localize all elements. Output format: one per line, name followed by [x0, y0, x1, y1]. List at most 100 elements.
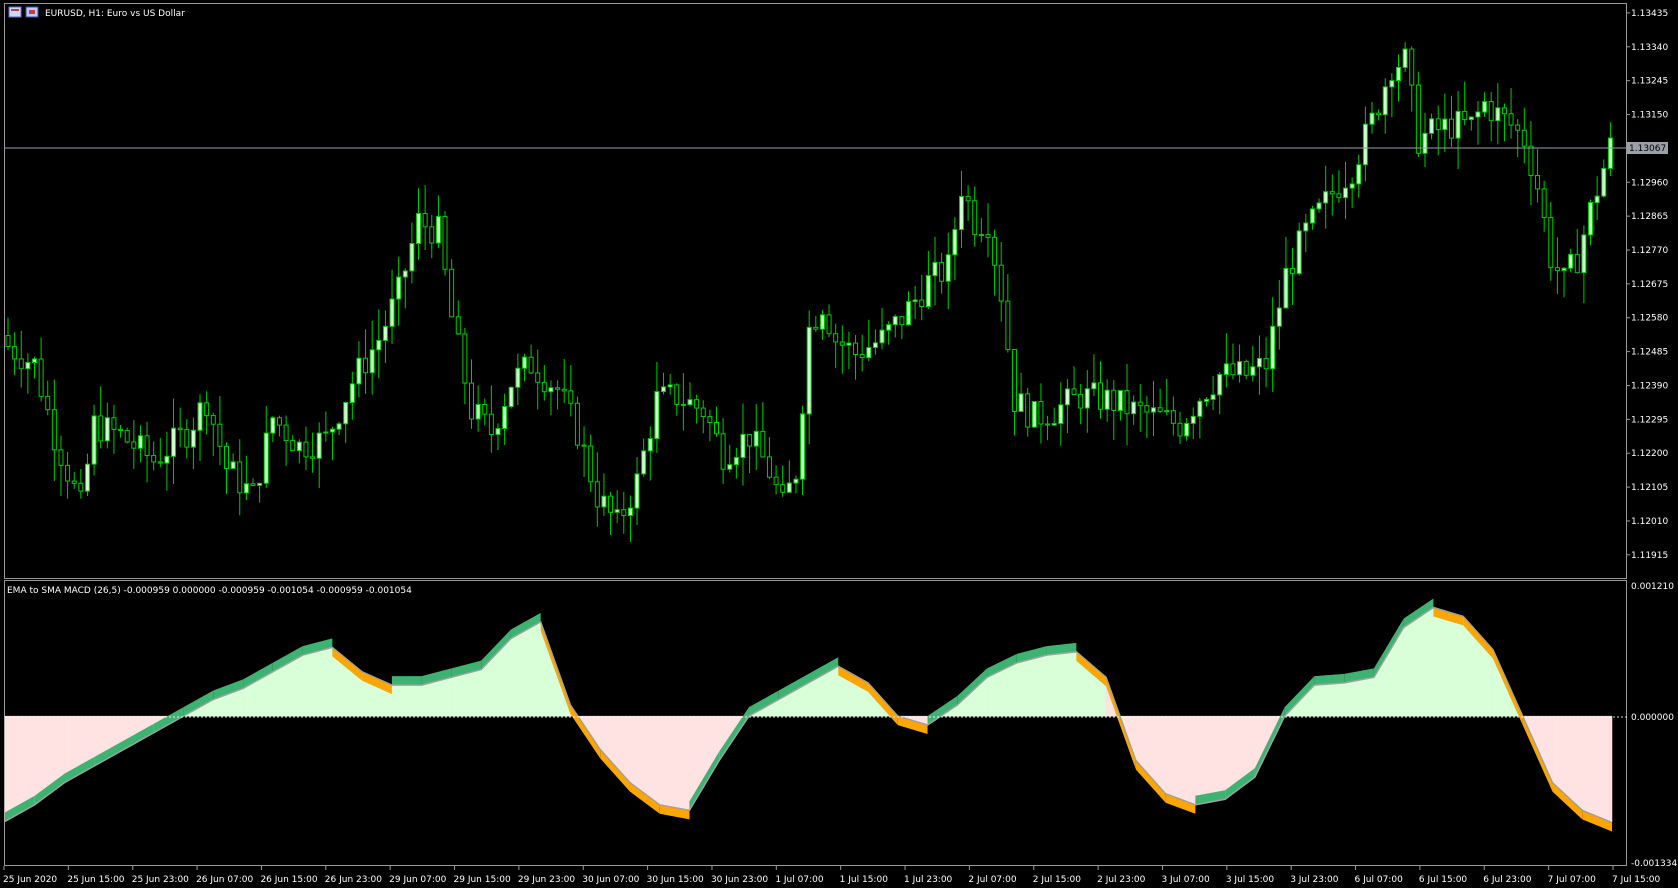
- time-tick-label: 1 Jul 07:00: [775, 875, 824, 885]
- time-tick-label: 3 Jul 15:00: [1226, 875, 1275, 885]
- price-tick-label: 1.12675: [1631, 280, 1668, 290]
- candle: [157, 438, 163, 468]
- candle: [1290, 247, 1296, 306]
- candle: [5, 317, 11, 351]
- price-tick-label: 1.12200: [1631, 449, 1668, 459]
- candle: [396, 256, 402, 326]
- candle: [336, 421, 342, 436]
- candle: [568, 365, 574, 417]
- candle: [12, 332, 18, 376]
- candle: [1521, 107, 1527, 164]
- candle: [462, 327, 468, 405]
- candle: [1369, 101, 1375, 134]
- price-tick-label: 1.13245: [1631, 77, 1668, 87]
- macd-histogram-segment: [1314, 682, 1345, 717]
- candle: [1389, 73, 1395, 118]
- candle: [376, 309, 382, 379]
- trading-chart[interactable]: EURUSD, H1: Euro vs US Dollar 1.134351.1…: [0, 0, 1678, 888]
- candle: [369, 320, 375, 395]
- candle: [1581, 225, 1587, 304]
- candle: [290, 435, 296, 452]
- candle: [1064, 379, 1070, 434]
- candle: [1395, 54, 1401, 102]
- candle: [310, 432, 316, 473]
- candle: [442, 211, 448, 276]
- candle: [65, 451, 71, 499]
- candle: [515, 353, 521, 406]
- macd-histogram-segment: [1462, 615, 1494, 717]
- candle: [1362, 106, 1368, 182]
- candle: [296, 439, 302, 464]
- candle: [674, 383, 680, 416]
- time-tick-label: 26 Jun 23:00: [325, 875, 382, 885]
- candle: [872, 329, 878, 355]
- candle: [429, 214, 435, 258]
- candle: [713, 406, 719, 437]
- candle: [661, 372, 667, 395]
- candle: [197, 394, 203, 461]
- candle: [171, 398, 177, 484]
- candle: [1058, 382, 1064, 446]
- candle: [1601, 159, 1607, 198]
- candle: [945, 232, 951, 310]
- time-tick-label: 25 Jun 23:00: [132, 875, 189, 885]
- candle: [1356, 154, 1362, 198]
- window-icon: [8, 6, 39, 18]
- candle: [416, 188, 422, 260]
- candle: [144, 421, 150, 483]
- price-tick-label: 1.12960: [1631, 178, 1668, 188]
- candle: [435, 195, 441, 248]
- candle: [972, 186, 978, 247]
- time-tick-label: 6 Jul 15:00: [1419, 875, 1468, 885]
- candle: [356, 341, 362, 398]
- candle: [806, 310, 812, 445]
- candle: [813, 316, 819, 332]
- candle: [270, 416, 276, 443]
- macd-histogram-segment: [1343, 677, 1375, 717]
- candle: [1230, 343, 1236, 380]
- candle: [1495, 83, 1501, 145]
- indicator-ymin-label: -0.001334: [1631, 859, 1677, 869]
- candle: [866, 319, 872, 362]
- candle: [1197, 397, 1203, 439]
- candle: [1157, 388, 1163, 413]
- candle: [409, 222, 415, 284]
- time-tick-label: 3 Jul 07:00: [1161, 875, 1210, 885]
- price-tick-label: 1.12865: [1631, 212, 1668, 222]
- candle: [1071, 366, 1077, 395]
- indicator-pane[interactable]: EMA to SMA MACD (26,5) -0.000959 0.00000…: [4, 580, 1678, 870]
- candle: [177, 407, 183, 448]
- candle: [528, 344, 534, 374]
- candle: [1535, 149, 1541, 203]
- candle: [283, 415, 289, 466]
- candle: [323, 411, 329, 442]
- price-tick-label: 1.12295: [1631, 415, 1668, 425]
- candle: [1091, 354, 1097, 397]
- candle: [1203, 397, 1209, 407]
- time-tick-label: 2 Jul 23:00: [1097, 875, 1146, 885]
- candle: [561, 358, 567, 404]
- time-tick-label: 30 Jun 15:00: [647, 875, 704, 885]
- candle: [1329, 174, 1335, 216]
- candle: [641, 438, 647, 477]
- price-pane[interactable]: EURUSD, H1: Euro vs US Dollar 1.134351.1…: [4, 3, 1669, 579]
- time-tick-label: 29 Jun 23:00: [518, 875, 575, 885]
- candle: [151, 441, 157, 471]
- macd-histogram-segment: [1046, 651, 1077, 717]
- candle: [84, 453, 90, 497]
- candle: [1217, 371, 1223, 415]
- candle: [521, 353, 527, 382]
- candle: [1177, 411, 1183, 445]
- candle: [1038, 383, 1044, 444]
- candle: [727, 444, 733, 473]
- candle: [925, 251, 931, 310]
- candle: [1270, 297, 1276, 392]
- candle: [912, 285, 918, 320]
- candle: [634, 457, 640, 525]
- candle: [1336, 170, 1342, 203]
- candle: [1170, 396, 1176, 436]
- candle: [455, 300, 461, 336]
- candle: [349, 371, 355, 420]
- candle: [1442, 93, 1448, 152]
- candle: [1574, 228, 1580, 274]
